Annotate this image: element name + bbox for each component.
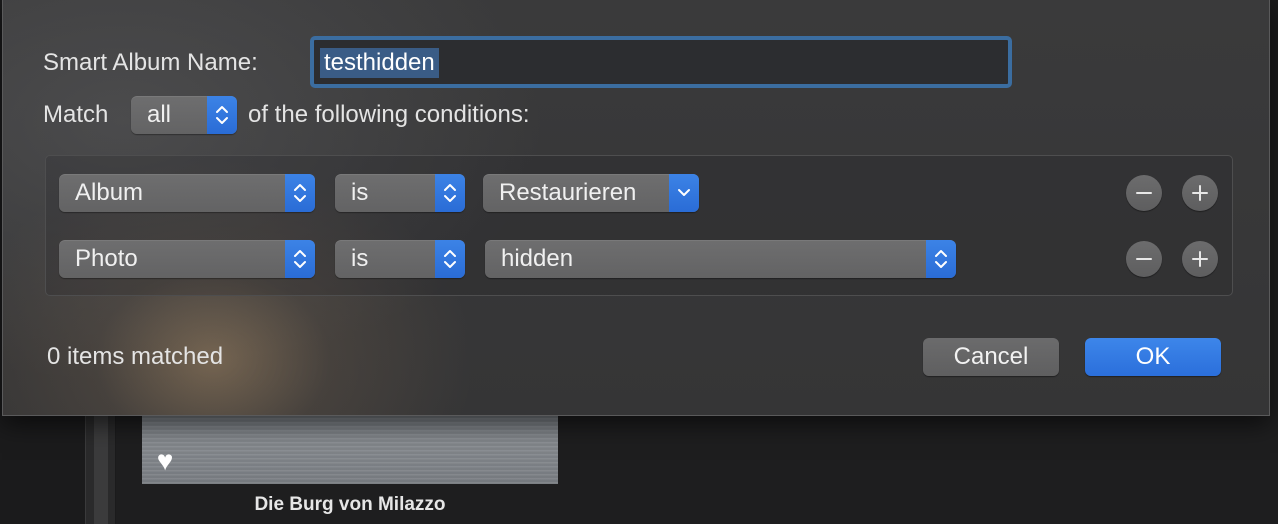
smart-album-name-label: Smart Album Name: xyxy=(43,49,258,76)
minus-icon xyxy=(1136,258,1152,260)
condition-1-operator-value: is xyxy=(351,179,369,206)
condition-2-operator-popup[interactable]: is xyxy=(335,240,465,278)
plus-icon xyxy=(1192,251,1208,267)
match-popup[interactable]: all xyxy=(131,96,237,134)
condition-1-value: Restaurieren xyxy=(499,179,637,206)
heart-icon[interactable]: ♥ xyxy=(150,446,180,476)
items-matched-status: 0 items matched xyxy=(47,343,224,370)
up-down-chevron-icon xyxy=(285,240,315,278)
photo-thumbnail[interactable] xyxy=(142,414,558,484)
condition-1-field-popup[interactable]: Album xyxy=(59,174,315,212)
condition-2-remove-button[interactable] xyxy=(1126,241,1162,277)
condition-2-value: hidden xyxy=(501,245,574,272)
smart-album-dialog: Smart Album Name: testhidden Match all o… xyxy=(2,0,1270,416)
condition-1-field-value: Album xyxy=(75,179,144,206)
up-down-chevron-icon xyxy=(926,240,956,278)
photo-caption: Die Burg von Milazzo xyxy=(254,494,446,515)
condition-1-remove-button[interactable] xyxy=(1126,175,1162,211)
condition-2-field-value: Photo xyxy=(75,245,138,272)
up-down-chevron-icon xyxy=(285,174,315,212)
condition-2-operator-value: is xyxy=(351,245,369,272)
conditions-list: Album is Restaurieren Photo is hidden xyxy=(45,155,1233,296)
plus-icon xyxy=(1192,185,1208,201)
window-edge xyxy=(1270,150,1278,410)
condition-1-value-popup[interactable]: Restaurieren xyxy=(483,174,699,212)
match-popup-value: all xyxy=(147,101,172,128)
match-suffix-label: of the following conditions: xyxy=(248,101,530,128)
smart-album-name-field[interactable]: testhidden xyxy=(310,36,1012,88)
cancel-button[interactable]: Cancel xyxy=(923,338,1059,376)
condition-1-add-button[interactable] xyxy=(1182,175,1218,211)
sidebar-scrollbar[interactable] xyxy=(94,410,108,524)
screen: ♥ Die Burg von Milazzo Smart Album Name:… xyxy=(0,0,1278,524)
match-label: Match xyxy=(43,101,109,128)
up-down-chevron-icon xyxy=(435,240,465,278)
ok-button[interactable]: OK xyxy=(1085,338,1221,376)
smart-album-name-value: testhidden xyxy=(320,48,439,78)
up-down-chevron-icon xyxy=(207,96,237,134)
condition-2-field-popup[interactable]: Photo xyxy=(59,240,315,278)
up-down-chevron-icon xyxy=(435,174,465,212)
minus-icon xyxy=(1136,192,1152,194)
chevron-down-icon xyxy=(669,174,699,212)
condition-2-add-button[interactable] xyxy=(1182,241,1218,277)
condition-2-value-popup[interactable]: hidden xyxy=(485,240,956,278)
condition-1-operator-popup[interactable]: is xyxy=(335,174,465,212)
